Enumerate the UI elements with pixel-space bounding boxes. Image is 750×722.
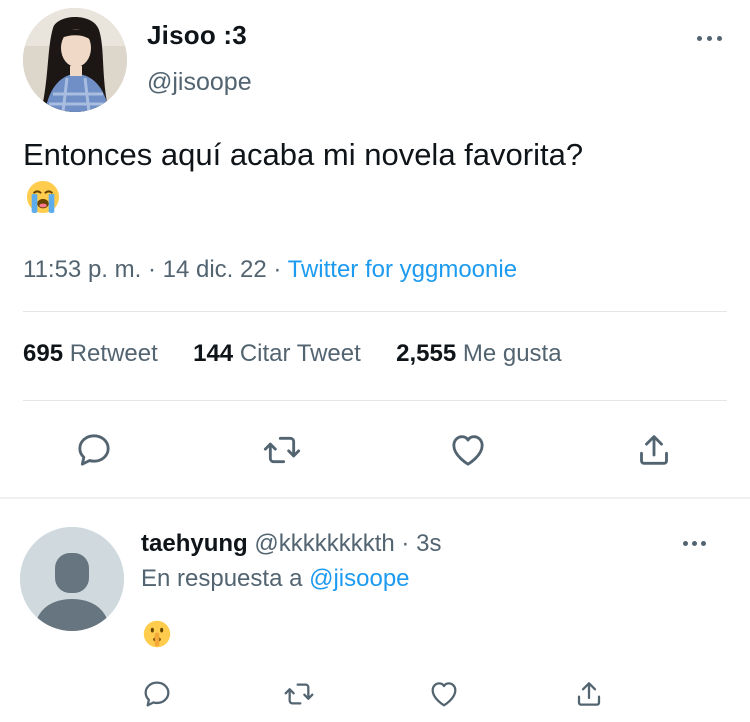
tweet-text: Entonces aquí acaba mi novela favorita?	[23, 137, 584, 172]
shushing-face-emoji	[143, 620, 171, 648]
replying-to-label: En respuesta a	[141, 565, 303, 592]
reply-retweet-button[interactable]	[283, 678, 315, 710]
divider	[23, 400, 727, 401]
avatar-photo	[23, 8, 127, 112]
heart-icon	[431, 682, 457, 707]
reply-author-name[interactable]: taehyung	[141, 530, 248, 557]
reply-more-options-icon[interactable]	[681, 538, 711, 550]
retweets-label: Retweet	[69, 340, 158, 367]
author-handle[interactable]: @jisoope	[147, 68, 252, 97]
replying-to-mention[interactable]: @jisoope	[309, 565, 409, 592]
retweet-icon	[263, 436, 301, 464]
avatar[interactable]	[23, 8, 127, 112]
quotes-count: 144	[193, 340, 234, 367]
reply-button[interactable]	[74, 430, 114, 470]
tweet-header: Jisoo :3 @jisoope	[23, 8, 727, 112]
author-name[interactable]: Jisoo :3	[147, 20, 247, 51]
retweets-stat[interactable]: 695 Retweet	[23, 340, 164, 367]
reply-author-handle[interactable]: @kkkkkkkkth	[254, 530, 394, 557]
reply-like-button[interactable]	[428, 678, 460, 710]
reply-header: taehyung @kkkkkkkkth · 3s	[141, 530, 441, 558]
reply-share-button[interactable]	[573, 678, 605, 710]
default-avatar-icon	[20, 527, 124, 631]
meta-separator: ·	[147, 256, 156, 283]
reply-time[interactable]: 3s	[416, 530, 441, 557]
tweet-time[interactable]: 11:53 p. m.	[23, 256, 141, 283]
reply-icon	[144, 681, 170, 707]
likes-label: Me gusta	[462, 340, 562, 367]
like-button[interactable]	[448, 430, 488, 470]
retweets-count: 695	[23, 340, 64, 367]
share-button[interactable]	[634, 430, 674, 470]
replying-to: En respuesta a @jisoope	[141, 565, 410, 593]
meta-separator: ·	[273, 256, 282, 283]
share-icon	[640, 435, 668, 465]
divider	[23, 311, 727, 312]
reply-avatar[interactable]	[20, 527, 124, 631]
tweet-stats: 695 Retweet 144 Citar Tweet 2,555 Me gus…	[23, 340, 562, 368]
tweet-source[interactable]: Twitter for yggmoonie	[288, 256, 517, 283]
sob-emoji	[26, 180, 60, 214]
share-icon	[577, 682, 601, 706]
section-divider	[0, 497, 750, 499]
quotes-label: Citar Tweet	[239, 340, 361, 367]
quotes-stat[interactable]: 144 Citar Tweet	[186, 340, 367, 367]
likes-stat[interactable]: 2,555 Me gusta	[389, 340, 561, 367]
likes-count: 2,555	[396, 340, 457, 367]
reply-icon	[78, 434, 110, 466]
tweet-meta: 11:53 p. m. · 14 dic. 22 · Twitter for y…	[23, 256, 517, 284]
retweet-icon	[284, 683, 314, 705]
reply-reply-button[interactable]	[141, 678, 173, 710]
heart-icon	[452, 435, 484, 466]
tweet-date[interactable]: 14 dic. 22	[163, 256, 267, 283]
reply-separator: ·	[401, 530, 410, 557]
more-options-icon[interactable]	[695, 32, 727, 46]
retweet-button[interactable]	[262, 430, 302, 470]
